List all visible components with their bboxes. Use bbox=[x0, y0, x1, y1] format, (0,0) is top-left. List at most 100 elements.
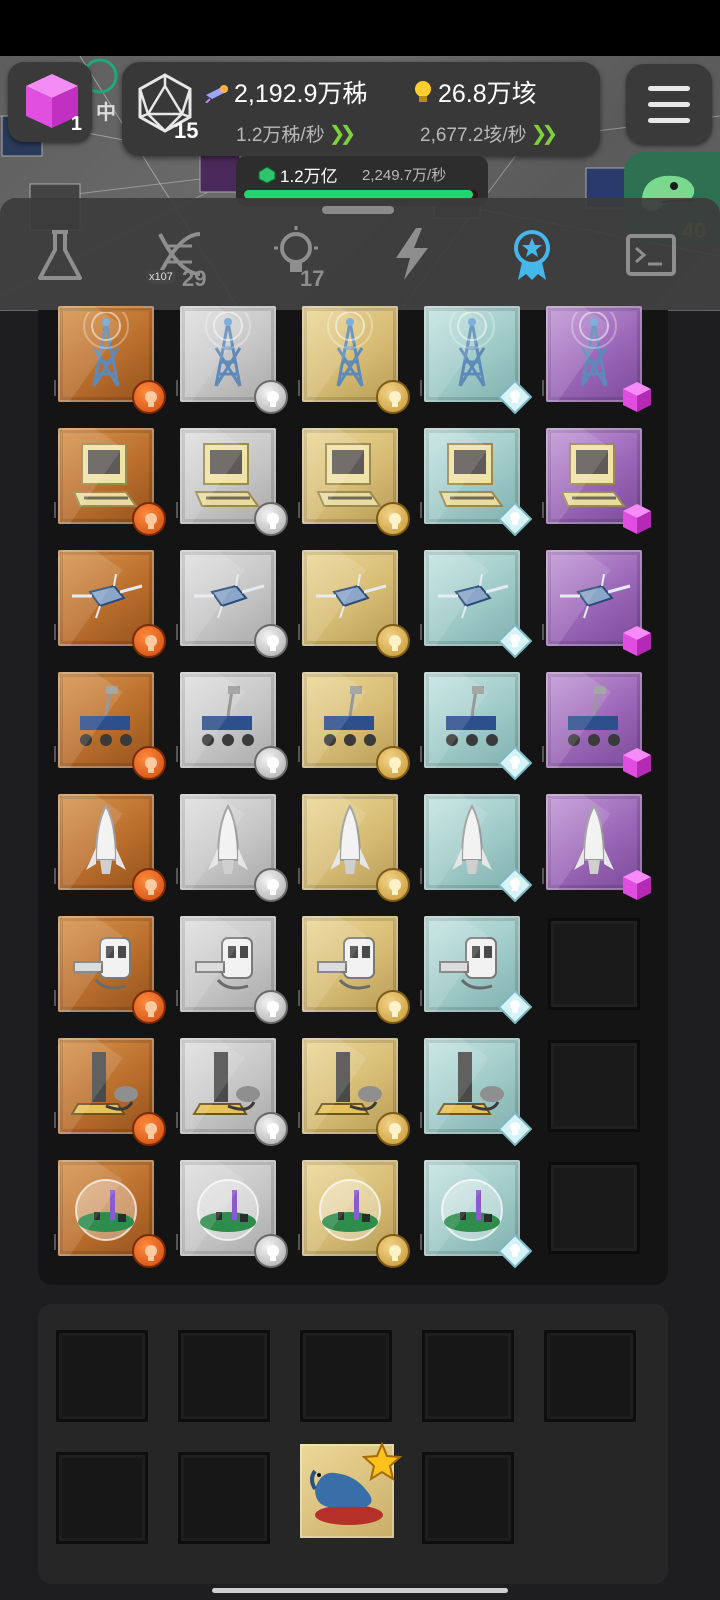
tile-edge-marker bbox=[54, 990, 56, 1006]
mars-rover-icon bbox=[80, 686, 132, 746]
gold-rarity-badge-icon bbox=[376, 868, 410, 902]
inventory-slot[interactable] bbox=[56, 1452, 148, 1544]
retro-computer-diamond-tile[interactable] bbox=[420, 428, 532, 536]
satellite-icon bbox=[72, 573, 143, 619]
tile-edge-marker bbox=[54, 868, 56, 884]
tab-energy[interactable] bbox=[374, 220, 454, 300]
cube-currency-button[interactable]: 1 bbox=[8, 62, 92, 142]
space-station-module-silver-tile[interactable] bbox=[176, 916, 288, 1024]
menu-icon-bar bbox=[648, 102, 690, 107]
radio-tower-bronze-tile[interactable] bbox=[54, 306, 166, 414]
tile-edge-marker bbox=[542, 868, 544, 884]
biodome-gold-tile[interactable] bbox=[298, 1160, 410, 1268]
tab-dna[interactable]: x107 29 bbox=[140, 220, 220, 300]
gold-rarity-badge-icon bbox=[376, 380, 410, 414]
lightning-icon bbox=[396, 228, 428, 280]
silver-rarity-badge-icon bbox=[254, 990, 288, 1024]
launch-tower-icon bbox=[192, 1052, 260, 1115]
menu-button[interactable] bbox=[626, 64, 712, 144]
tile-edge-marker bbox=[54, 624, 56, 640]
launch-tower-gold-tile[interactable] bbox=[298, 1038, 410, 1146]
radio-tower-diamond-tile[interactable] bbox=[420, 306, 532, 414]
tab-console[interactable] bbox=[614, 220, 694, 300]
mars-rover-bronze-tile[interactable] bbox=[54, 672, 166, 780]
resource1-rate-row: 1.2万秭/秒 ❯❯ bbox=[236, 120, 356, 147]
gem-value-row: 1.2万亿 bbox=[258, 162, 338, 187]
lightbulb-icon bbox=[415, 81, 431, 102]
satellite-bronze-tile[interactable] bbox=[54, 550, 166, 658]
space-shuttle-diamond-tile[interactable] bbox=[420, 794, 532, 902]
tab-achievements[interactable] bbox=[494, 220, 574, 300]
resource2-value: 26.8万垓 bbox=[438, 80, 537, 108]
space-shuttle-cosmic-tile[interactable] bbox=[542, 794, 651, 900]
inventory-slot[interactable] bbox=[178, 1452, 270, 1544]
mars-rover-silver-tile[interactable] bbox=[176, 672, 288, 780]
retro-computer-gold-tile[interactable] bbox=[298, 428, 410, 536]
tile-edge-marker bbox=[298, 1112, 300, 1128]
space-station-module-icon bbox=[73, 937, 131, 990]
retro-computer-silver-tile[interactable] bbox=[176, 428, 288, 536]
cosmic-rarity-badge-icon bbox=[620, 502, 654, 536]
satellite-gold-tile[interactable] bbox=[298, 550, 410, 658]
tile-edge-marker bbox=[298, 380, 300, 396]
space-station-module-diamond-tile[interactable] bbox=[420, 916, 532, 1024]
resource1-value: 2,192.9万秭 bbox=[234, 80, 368, 108]
resource2-rate: 2,677.2垓/秒 bbox=[420, 125, 527, 146]
tab-science[interactable] bbox=[20, 220, 100, 300]
satellite-diamond-tile[interactable] bbox=[420, 550, 532, 658]
retro-computer-cosmic-tile[interactable] bbox=[542, 428, 651, 534]
radio-tower-icon bbox=[205, 312, 251, 387]
empty-tile-slot[interactable] bbox=[548, 918, 640, 1010]
radio-tower-cosmic-tile[interactable] bbox=[542, 306, 651, 412]
inventory-slot[interactable] bbox=[544, 1330, 636, 1422]
home-indicator[interactable] bbox=[212, 1588, 508, 1593]
award-ribbon-icon bbox=[514, 230, 550, 280]
radio-tower-gold-tile[interactable] bbox=[298, 306, 410, 414]
tab-ideas[interactable]: 17 bbox=[258, 220, 338, 300]
empty-tile-slot[interactable] bbox=[548, 1040, 640, 1132]
inventory-slot[interactable] bbox=[422, 1452, 514, 1544]
inventory-slot[interactable] bbox=[56, 1330, 148, 1422]
inventory-slot[interactable] bbox=[422, 1330, 514, 1422]
launch-tower-bronze-tile[interactable] bbox=[54, 1038, 166, 1146]
star-icon bbox=[362, 1442, 402, 1482]
satellite-silver-tile[interactable] bbox=[176, 550, 288, 658]
satellite-cosmic-tile[interactable] bbox=[542, 550, 651, 656]
mars-rover-icon bbox=[324, 686, 376, 746]
space-shuttle-gold-tile[interactable] bbox=[298, 794, 410, 902]
bronze-rarity-badge-icon bbox=[132, 624, 166, 658]
space-station-module-bronze-tile[interactable] bbox=[54, 916, 166, 1024]
tile-edge-marker bbox=[298, 1234, 300, 1250]
space-shuttle-bronze-tile[interactable] bbox=[54, 794, 166, 902]
radio-tower-silver-tile[interactable] bbox=[176, 306, 288, 414]
inventory-slot[interactable] bbox=[300, 1330, 392, 1422]
satellite-probe-icon bbox=[205, 85, 228, 103]
empty-tile-slot[interactable] bbox=[548, 1162, 640, 1254]
drag-handle[interactable] bbox=[322, 206, 394, 214]
silver-rarity-badge-icon bbox=[254, 502, 288, 536]
silver-rarity-badge-icon bbox=[254, 868, 288, 902]
silver-rarity-badge-icon bbox=[254, 746, 288, 780]
launch-tower-silver-tile[interactable] bbox=[176, 1038, 288, 1146]
inventory-slot[interactable] bbox=[178, 1330, 270, 1422]
biodome-bronze-tile[interactable] bbox=[54, 1160, 166, 1268]
tile-edge-marker bbox=[176, 990, 178, 1006]
diamond-rarity-badge-icon bbox=[498, 1112, 532, 1146]
silver-rarity-badge-icon bbox=[254, 380, 288, 414]
biodome-diamond-tile[interactable] bbox=[420, 1160, 532, 1268]
retro-computer-bronze-tile[interactable] bbox=[54, 428, 166, 536]
mars-rover-diamond-tile[interactable] bbox=[420, 672, 532, 780]
mars-rover-cosmic-tile[interactable] bbox=[542, 672, 651, 778]
tile-edge-marker bbox=[54, 746, 56, 762]
space-station-module-gold-tile[interactable] bbox=[298, 916, 410, 1024]
gold-rarity-badge-icon bbox=[376, 1112, 410, 1146]
launch-tower-diamond-tile[interactable] bbox=[420, 1038, 532, 1146]
biodome-silver-tile[interactable] bbox=[176, 1160, 288, 1268]
space-shuttle-silver-tile[interactable] bbox=[176, 794, 288, 902]
mars-rover-gold-tile[interactable] bbox=[298, 672, 410, 780]
tile-edge-marker bbox=[54, 502, 56, 518]
tile-edge-marker bbox=[298, 624, 300, 640]
d20-count: 15 bbox=[174, 118, 199, 143]
tile-edge-marker bbox=[176, 502, 178, 518]
tile-edge-marker bbox=[176, 624, 178, 640]
